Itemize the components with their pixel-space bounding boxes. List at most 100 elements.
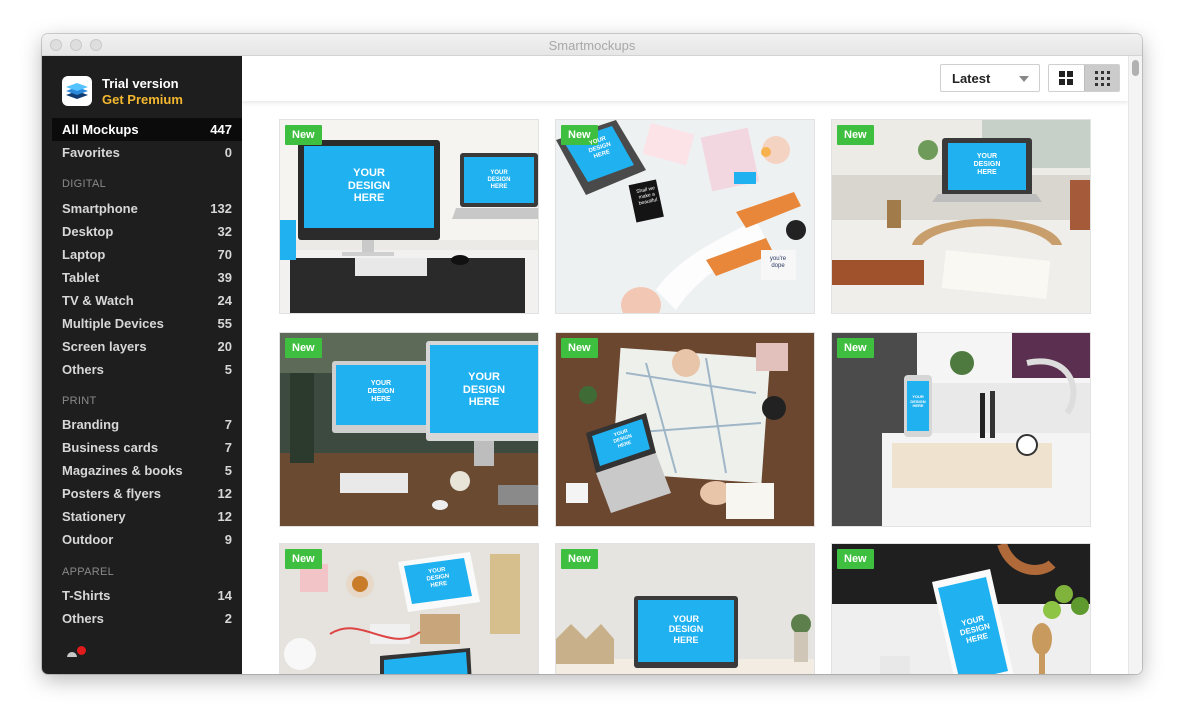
sidebar-item-count: 39: [217, 270, 232, 285]
grid-small-view-button[interactable]: [1084, 65, 1119, 91]
view-toggle: [1048, 64, 1120, 92]
sidebar-item-label: Others: [62, 362, 104, 377]
title-bar: Smartmockups: [42, 34, 1142, 56]
sidebar-item-t-shirts[interactable]: T-Shirts 14: [52, 584, 242, 607]
sidebar-item-count: 132: [210, 201, 232, 216]
scrollbar-thumb[interactable]: [1132, 60, 1139, 76]
mockup-card[interactable]: New YOUR DESIGN HERE: [555, 543, 815, 674]
sidebar-item-count: 9: [224, 532, 232, 547]
sidebar-item-label: Desktop: [62, 224, 114, 239]
sidebar-item-stationery[interactable]: Stationery 12: [52, 505, 242, 528]
print-card-text: you're dope: [769, 256, 787, 269]
sort-select[interactable]: Latest: [940, 64, 1040, 92]
new-badge: New: [285, 125, 322, 145]
grid-small-icon: [1095, 71, 1110, 86]
sidebar-item-outdoor[interactable]: Outdoor 9: [52, 528, 242, 551]
sidebar-item-digital-others[interactable]: Others 5: [52, 358, 242, 381]
user-avatar-icon[interactable]: [67, 652, 77, 657]
sidebar: Trial version Get Premium All Mockups 44…: [42, 56, 242, 674]
mockup-card[interactable]: New YOUR DESIGN HERE YOUR DESIGN HERE: [279, 332, 539, 527]
mockup-card[interactable]: New YOUR DESIGN HERE: [831, 119, 1091, 314]
sidebar-item-laptop[interactable]: Laptop 70: [52, 243, 242, 266]
sidebar-item-count: 12: [217, 509, 232, 524]
screen-placeholder-text: YOUR DESIGN HERE: [668, 614, 704, 645]
sidebar-item-count: 5: [224, 362, 232, 377]
mockup-card[interactable]: New YOUR DESIGN HERE: [555, 332, 815, 527]
sidebar-item-count: 447: [210, 122, 232, 137]
sidebar-item-label: Others: [62, 611, 104, 626]
sidebar-item-smartphone[interactable]: Smartphone 132: [52, 197, 242, 220]
mockup-thumbnail: [556, 333, 814, 526]
chevron-down-icon: [1019, 76, 1029, 82]
sidebar-item-label: Screen layers: [62, 339, 147, 354]
sidebar-item-tv-watch[interactable]: TV & Watch 24: [52, 289, 242, 312]
mockup-card[interactable]: New YOUR DESIGN HERE: [279, 543, 539, 674]
sidebar-item-label: Business cards: [62, 440, 159, 455]
mockup-card[interactable]: New YOUR DESIGN HERE: [831, 543, 1091, 674]
grid-large-icon: [1059, 71, 1073, 85]
sidebar-item-desktop[interactable]: Desktop 32: [52, 220, 242, 243]
screen-placeholder-text: YOUR DESIGN HERE: [367, 380, 395, 404]
sidebar-item-screen-layers[interactable]: Screen layers 20: [52, 335, 242, 358]
trial-banner[interactable]: Trial version Get Premium: [62, 76, 237, 108]
grid-large-view-button[interactable]: [1049, 65, 1084, 91]
sidebar-item-label: Outdoor: [62, 532, 114, 547]
sidebar-item-label: Favorites: [62, 145, 120, 160]
sidebar-item-magazines-books[interactable]: Magazines & books 5: [52, 459, 242, 482]
sidebar-item-label: Branding: [62, 417, 120, 432]
sidebar-item-count: 12: [217, 486, 232, 501]
section-title-apparel: APPAREL: [62, 566, 115, 578]
sidebar-item-tablet[interactable]: Tablet 39: [52, 266, 242, 289]
sidebar-item-count: 14: [217, 588, 232, 603]
new-badge: New: [285, 338, 322, 358]
screen-placeholder-text: YOUR DESIGN HERE: [910, 394, 926, 409]
sidebar-item-count: 55: [217, 316, 232, 331]
screen-placeholder-text: YOUR DESIGN HERE: [973, 153, 1001, 177]
window-title: Smartmockups: [548, 38, 636, 53]
sidebar-item-business-cards[interactable]: Business cards 7: [52, 436, 242, 459]
sidebar-item-branding[interactable]: Branding 7: [52, 413, 242, 436]
screen-placeholder-text: YOUR DESIGN HERE: [347, 167, 391, 205]
section-title-digital: DIGITAL: [62, 178, 107, 190]
section-title-print: PRINT: [62, 395, 97, 407]
sidebar-item-label: Magazines & books: [62, 463, 183, 478]
app-window: Smartmockups Trial version Get Premium A…: [42, 34, 1142, 674]
sidebar-item-label: All Mockups: [62, 122, 139, 137]
mockup-card[interactable]: New YOUR DESIGN HERE YOUR DESIGN HERE: [279, 119, 539, 314]
sidebar-item-label: TV & Watch: [62, 293, 134, 308]
new-badge: New: [561, 338, 598, 358]
sidebar-item-count: 32: [217, 224, 232, 239]
layers-stack-icon: [62, 76, 92, 106]
sidebar-item-count: 5: [224, 463, 232, 478]
sidebar-item-count: 7: [224, 417, 232, 432]
sidebar-item-label: Tablet: [62, 270, 100, 285]
sidebar-item-count: 70: [217, 247, 232, 262]
sidebar-item-count: 2: [224, 611, 232, 626]
sidebar-item-label: Multiple Devices: [62, 316, 164, 331]
new-badge: New: [285, 549, 322, 569]
mockup-card[interactable]: New YOUR DESIGN HERE: [831, 332, 1091, 527]
new-badge: New: [561, 549, 598, 569]
sidebar-item-multiple-devices[interactable]: Multiple Devices 55: [52, 312, 242, 335]
sidebar-item-label: Posters & flyers: [62, 486, 161, 501]
sort-select-value: Latest: [952, 71, 991, 86]
sidebar-item-label: T-Shirts: [62, 588, 111, 603]
sidebar-item-favorites[interactable]: Favorites 0: [52, 141, 242, 164]
notification-dot-icon: [77, 646, 86, 655]
trial-version-label: Trial version: [102, 76, 179, 91]
sidebar-item-label: Smartphone: [62, 201, 138, 216]
mockup-card[interactable]: New YOUR DESIGN HERE Shall we make a beautif…: [555, 119, 815, 314]
screen-placeholder-text: YOUR DESIGN HERE: [462, 371, 506, 409]
sidebar-item-label: Stationery: [62, 509, 126, 524]
sidebar-item-posters-flyers[interactable]: Posters & flyers 12: [52, 482, 242, 505]
sidebar-item-all-mockups[interactable]: All Mockups 447: [52, 118, 242, 141]
main-content: Latest New YOUR DESIGN HERE YOUR DESIGN …: [242, 56, 1142, 674]
mockup-thumbnail: [832, 333, 1090, 526]
new-badge: New: [837, 125, 874, 145]
mockup-thumbnail: [832, 120, 1090, 313]
sidebar-item-apparel-others[interactable]: Others 2: [52, 607, 242, 630]
toolbar: Latest: [242, 56, 1128, 101]
vertical-scrollbar[interactable]: [1128, 56, 1142, 674]
new-badge: New: [837, 549, 874, 569]
get-premium-link[interactable]: Get Premium: [102, 92, 183, 107]
